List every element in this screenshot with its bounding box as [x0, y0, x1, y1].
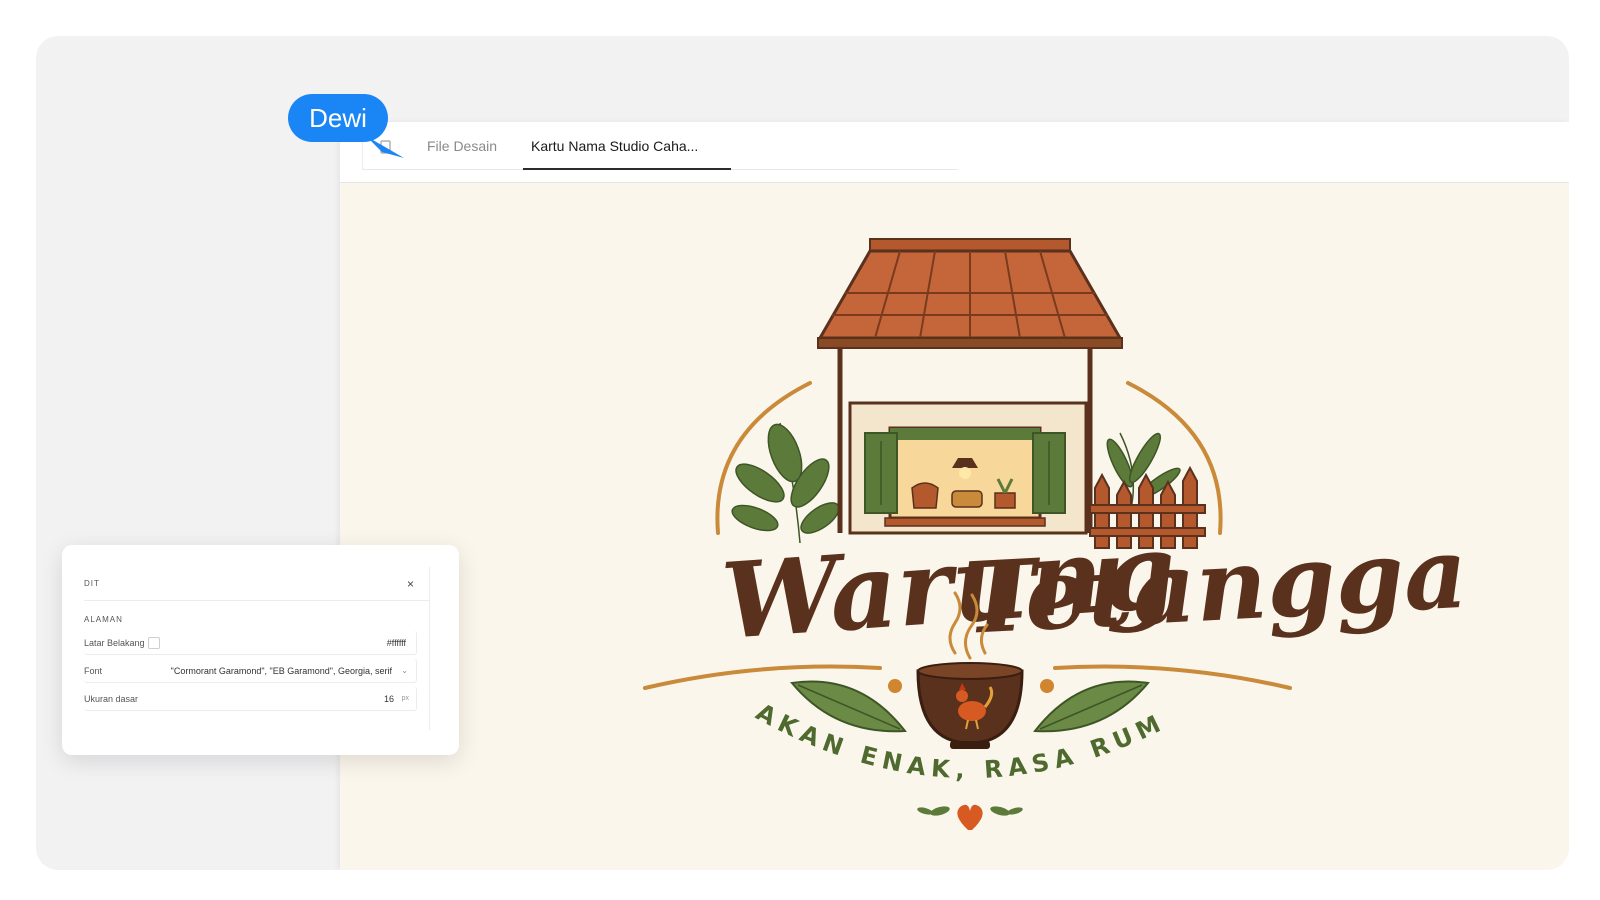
font-label: Font — [84, 666, 103, 676]
document-area: File Desain Kartu Nama Studio Caha... Wa… — [340, 122, 1569, 870]
heart-ornament-icon — [917, 804, 1023, 830]
collaborator-cursor-label: Dewi — [288, 94, 388, 142]
font-value[interactable]: "Cormorant Garamond", "EB Garamond", Geo… — [171, 659, 392, 683]
tab-bar: File Desain Kartu Nama Studio Caha... — [340, 122, 1569, 183]
background-value[interactable]: #ffffff — [387, 631, 406, 655]
left-swoosh — [643, 664, 882, 690]
base-size-value[interactable]: 16 — [384, 687, 394, 711]
tab-file-desain[interactable]: File Desain — [427, 122, 497, 170]
properties-panel: DIT × ALAMAN Latar Belakang #ffffff Font… — [62, 545, 459, 755]
font-select[interactable]: Font "Cormorant Garamond", "EB Garamond"… — [84, 659, 417, 683]
bowl-icon — [916, 662, 1024, 749]
close-icon[interactable]: × — [407, 567, 415, 601]
section-label: ALAMAN — [84, 615, 123, 624]
tab-kartu-nama[interactable]: Kartu Nama Studio Caha... — [523, 122, 731, 170]
color-swatch[interactable] — [148, 637, 160, 649]
design-canvas[interactable]: Warung Tetangga AKAN ENAK, RASA RUM — [340, 183, 1569, 870]
panel-title: DIT — [84, 579, 100, 588]
right-swoosh — [1053, 664, 1292, 690]
house-icon — [848, 401, 1088, 535]
background-field[interactable]: Latar Belakang #ffffff — [84, 631, 417, 655]
left-dot — [888, 679, 902, 693]
background-label: Latar Belakang — [84, 638, 145, 648]
panel-header: DIT × — [84, 567, 429, 601]
base-size-unit: px — [401, 695, 409, 702]
chevron-down-icon[interactable]: ⌄ — [401, 659, 408, 683]
properties-panel-body: DIT × ALAMAN Latar Belakang #ffffff Font… — [84, 567, 430, 730]
tab-strip: File Desain Kartu Nama Studio Caha... — [362, 122, 958, 170]
right-dot — [1040, 679, 1054, 693]
base-size-label: Ukuran dasar — [84, 694, 139, 704]
left-plant-icon — [731, 422, 840, 544]
base-size-field[interactable]: Ukuran dasar 16 px — [84, 687, 417, 711]
logo-artwork: Warung Tetangga AKAN ENAK, RASA RUM — [340, 183, 1470, 830]
